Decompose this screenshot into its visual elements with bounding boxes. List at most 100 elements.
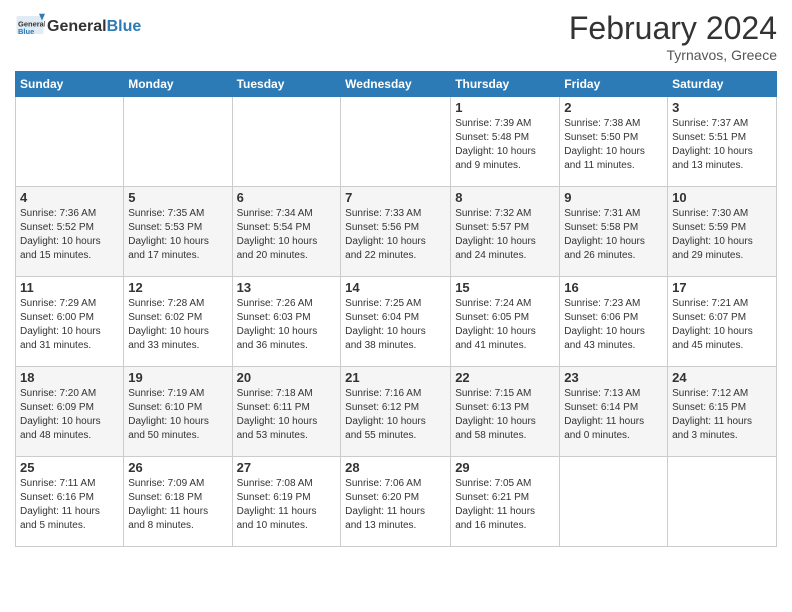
calendar-cell: 13 Sunrise: 7:26 AM Sunset: 6:03 PM Dayli… (232, 277, 341, 367)
day-info: Sunrise: 7:18 AM Sunset: 6:11 PM Dayligh… (237, 387, 337, 443)
day-number: 4 (20, 190, 119, 205)
calendar-week: 18Sunrise: 7:20 AM Sunset: 6:09 PM Dayli… (16, 367, 777, 457)
calendar-cell: 2Sunrise: 7:38 AM Sunset: 5:50 PM Daylig… (560, 97, 668, 187)
day-info: Sunrise: 7:26 AM Sunset: 6:03 PM Dayligh… (237, 297, 337, 353)
day-number: 3 (672, 100, 772, 115)
day-info: Sunrise: 7:38 AM Sunset: 5:50 PM Dayligh… (564, 117, 663, 173)
day-info: Sunrise: 7:12 AM Sunset: 6:15 PM Dayligh… (672, 387, 772, 443)
day-info: Sunrise: 7:13 AM Sunset: 6:14 PM Dayligh… (564, 387, 663, 443)
svg-text:Blue: Blue (18, 27, 34, 36)
day-number: 23 (564, 370, 663, 385)
calendar-cell (16, 97, 124, 187)
day-number: 20 (237, 370, 337, 385)
calendar-week: 4 Sunrise: 7:36 AM Sunset: 5:52 PM Daylig… (16, 187, 777, 277)
day-info: Sunrise: 7:09 AM Sunset: 6:18 PM Dayligh… (128, 477, 227, 533)
calendar-cell: 9Sunrise: 7:31 AM Sunset: 5:58 PM Daylig… (560, 187, 668, 277)
calendar-cell: 11 Sunrise: 7:29 AM Sunset: 6:00 PM Dayli… (16, 277, 124, 367)
calendar-cell: 14Sunrise: 7:25 AM Sunset: 6:04 PM Dayli… (341, 277, 451, 367)
calendar-cell: 12 Sunrise: 7:28 AM Sunset: 6:02 PM Dayli… (124, 277, 232, 367)
day-info: Sunrise: 7:19 AM Sunset: 6:10 PM Dayligh… (128, 387, 227, 443)
day-number: 12 (128, 280, 227, 295)
day-info: Sunrise: 7:30 AM Sunset: 5:59 PM Dayligh… (672, 207, 772, 263)
day-info: Sunrise: 7:15 AM Sunset: 6:13 PM Dayligh… (455, 387, 555, 443)
calendar-cell: 28 Sunrise: 7:06 AM Sunset: 6:20 PM Dayli… (341, 457, 451, 547)
weekday-header: Sunday (16, 72, 124, 97)
calendar-week: 25 Sunrise: 7:11 AM Sunset: 6:16 PM Dayli… (16, 457, 777, 547)
logo: General Blue GeneralBlue (15, 10, 141, 40)
calendar-cell: 16 Sunrise: 7:23 AM Sunset: 6:06 PM Dayli… (560, 277, 668, 367)
day-number: 16 (564, 280, 663, 295)
day-number: 22 (455, 370, 555, 385)
calendar-cell (124, 97, 232, 187)
day-info: Sunrise: 7:06 AM Sunset: 6:20 PM Dayligh… (345, 477, 446, 533)
day-number: 19 (128, 370, 227, 385)
calendar-cell: 25 Sunrise: 7:11 AM Sunset: 6:16 PM Dayli… (16, 457, 124, 547)
calendar-cell: 6 Sunrise: 7:34 AM Sunset: 5:54 PM Daylig… (232, 187, 341, 277)
day-info: Sunrise: 7:25 AM Sunset: 6:04 PM Dayligh… (345, 297, 446, 353)
day-info: Sunrise: 7:31 AM Sunset: 5:58 PM Dayligh… (564, 207, 663, 263)
calendar-week: 11 Sunrise: 7:29 AM Sunset: 6:00 PM Dayli… (16, 277, 777, 367)
day-info: Sunrise: 7:39 AM Sunset: 5:48 PM Dayligh… (455, 117, 555, 173)
calendar-header: SundayMondayTuesdayWednesdayThursdayFrid… (16, 72, 777, 97)
location: Tyrnavos, Greece (569, 47, 777, 63)
day-number: 27 (237, 460, 337, 475)
weekday-header: Saturday (668, 72, 777, 97)
calendar-cell: 29Sunrise: 7:05 AM Sunset: 6:21 PM Dayli… (451, 457, 560, 547)
calendar-cell: 20 Sunrise: 7:18 AM Sunset: 6:11 PM Dayli… (232, 367, 341, 457)
calendar-cell: 18Sunrise: 7:20 AM Sunset: 6:09 PM Dayli… (16, 367, 124, 457)
day-number: 1 (455, 100, 555, 115)
calendar-cell (232, 97, 341, 187)
day-number: 28 (345, 460, 446, 475)
calendar-cell: 7 Sunrise: 7:33 AM Sunset: 5:56 PM Daylig… (341, 187, 451, 277)
weekday-header: Monday (124, 72, 232, 97)
day-number: 8 (455, 190, 555, 205)
calendar-cell: 5 Sunrise: 7:35 AM Sunset: 5:53 PM Daylig… (124, 187, 232, 277)
calendar-cell (668, 457, 777, 547)
logo-general: GeneralBlue (47, 15, 141, 36)
day-info: Sunrise: 7:29 AM Sunset: 6:00 PM Dayligh… (20, 297, 119, 353)
day-number: 25 (20, 460, 119, 475)
header-row: SundayMondayTuesdayWednesdayThursdayFrid… (16, 72, 777, 97)
day-number: 18 (20, 370, 119, 385)
day-info: Sunrise: 7:11 AM Sunset: 6:16 PM Dayligh… (20, 477, 119, 533)
day-number: 5 (128, 190, 227, 205)
day-number: 17 (672, 280, 772, 295)
day-number: 24 (672, 370, 772, 385)
calendar-body: 1 Sunrise: 7:39 AM Sunset: 5:48 PM Daylig… (16, 97, 777, 547)
day-info: Sunrise: 7:23 AM Sunset: 6:06 PM Dayligh… (564, 297, 663, 353)
day-info: Sunrise: 7:37 AM Sunset: 5:51 PM Dayligh… (672, 117, 772, 173)
day-number: 6 (237, 190, 337, 205)
day-number: 15 (455, 280, 555, 295)
day-number: 29 (455, 460, 555, 475)
day-number: 7 (345, 190, 446, 205)
day-number: 26 (128, 460, 227, 475)
calendar-cell: 17 Sunrise: 7:21 AM Sunset: 6:07 PM Dayli… (668, 277, 777, 367)
day-info: Sunrise: 7:33 AM Sunset: 5:56 PM Dayligh… (345, 207, 446, 263)
weekday-header: Thursday (451, 72, 560, 97)
calendar-week: 1 Sunrise: 7:39 AM Sunset: 5:48 PM Daylig… (16, 97, 777, 187)
page-header: General Blue GeneralBlue February 2024 T… (15, 10, 777, 63)
day-info: Sunrise: 7:36 AM Sunset: 5:52 PM Dayligh… (20, 207, 119, 263)
day-info: Sunrise: 7:21 AM Sunset: 6:07 PM Dayligh… (672, 297, 772, 353)
calendar-cell: 21 Sunrise: 7:16 AM Sunset: 6:12 PM Dayli… (341, 367, 451, 457)
day-number: 10 (672, 190, 772, 205)
day-number: 13 (237, 280, 337, 295)
day-info: Sunrise: 7:28 AM Sunset: 6:02 PM Dayligh… (128, 297, 227, 353)
day-number: 21 (345, 370, 446, 385)
calendar-cell: 10 Sunrise: 7:30 AM Sunset: 5:59 PM Dayli… (668, 187, 777, 277)
calendar-cell: 8 Sunrise: 7:32 AM Sunset: 5:57 PM Daylig… (451, 187, 560, 277)
calendar-cell: 22 Sunrise: 7:15 AM Sunset: 6:13 PM Dayli… (451, 367, 560, 457)
day-info: Sunrise: 7:34 AM Sunset: 5:54 PM Dayligh… (237, 207, 337, 263)
weekday-header: Tuesday (232, 72, 341, 97)
title-section: February 2024 Tyrnavos, Greece (569, 10, 777, 63)
day-info: Sunrise: 7:16 AM Sunset: 6:12 PM Dayligh… (345, 387, 446, 443)
month-title: February 2024 (569, 10, 777, 47)
weekday-header: Wednesday (341, 72, 451, 97)
day-info: Sunrise: 7:32 AM Sunset: 5:57 PM Dayligh… (455, 207, 555, 263)
day-info: Sunrise: 7:08 AM Sunset: 6:19 PM Dayligh… (237, 477, 337, 533)
calendar-cell: 24 Sunrise: 7:12 AM Sunset: 6:15 PM Dayli… (668, 367, 777, 457)
calendar-cell: 19 Sunrise: 7:19 AM Sunset: 6:10 PM Dayli… (124, 367, 232, 457)
day-number: 11 (20, 280, 119, 295)
calendar-table: SundayMondayTuesdayWednesdayThursdayFrid… (15, 71, 777, 547)
day-info: Sunrise: 7:35 AM Sunset: 5:53 PM Dayligh… (128, 207, 227, 263)
